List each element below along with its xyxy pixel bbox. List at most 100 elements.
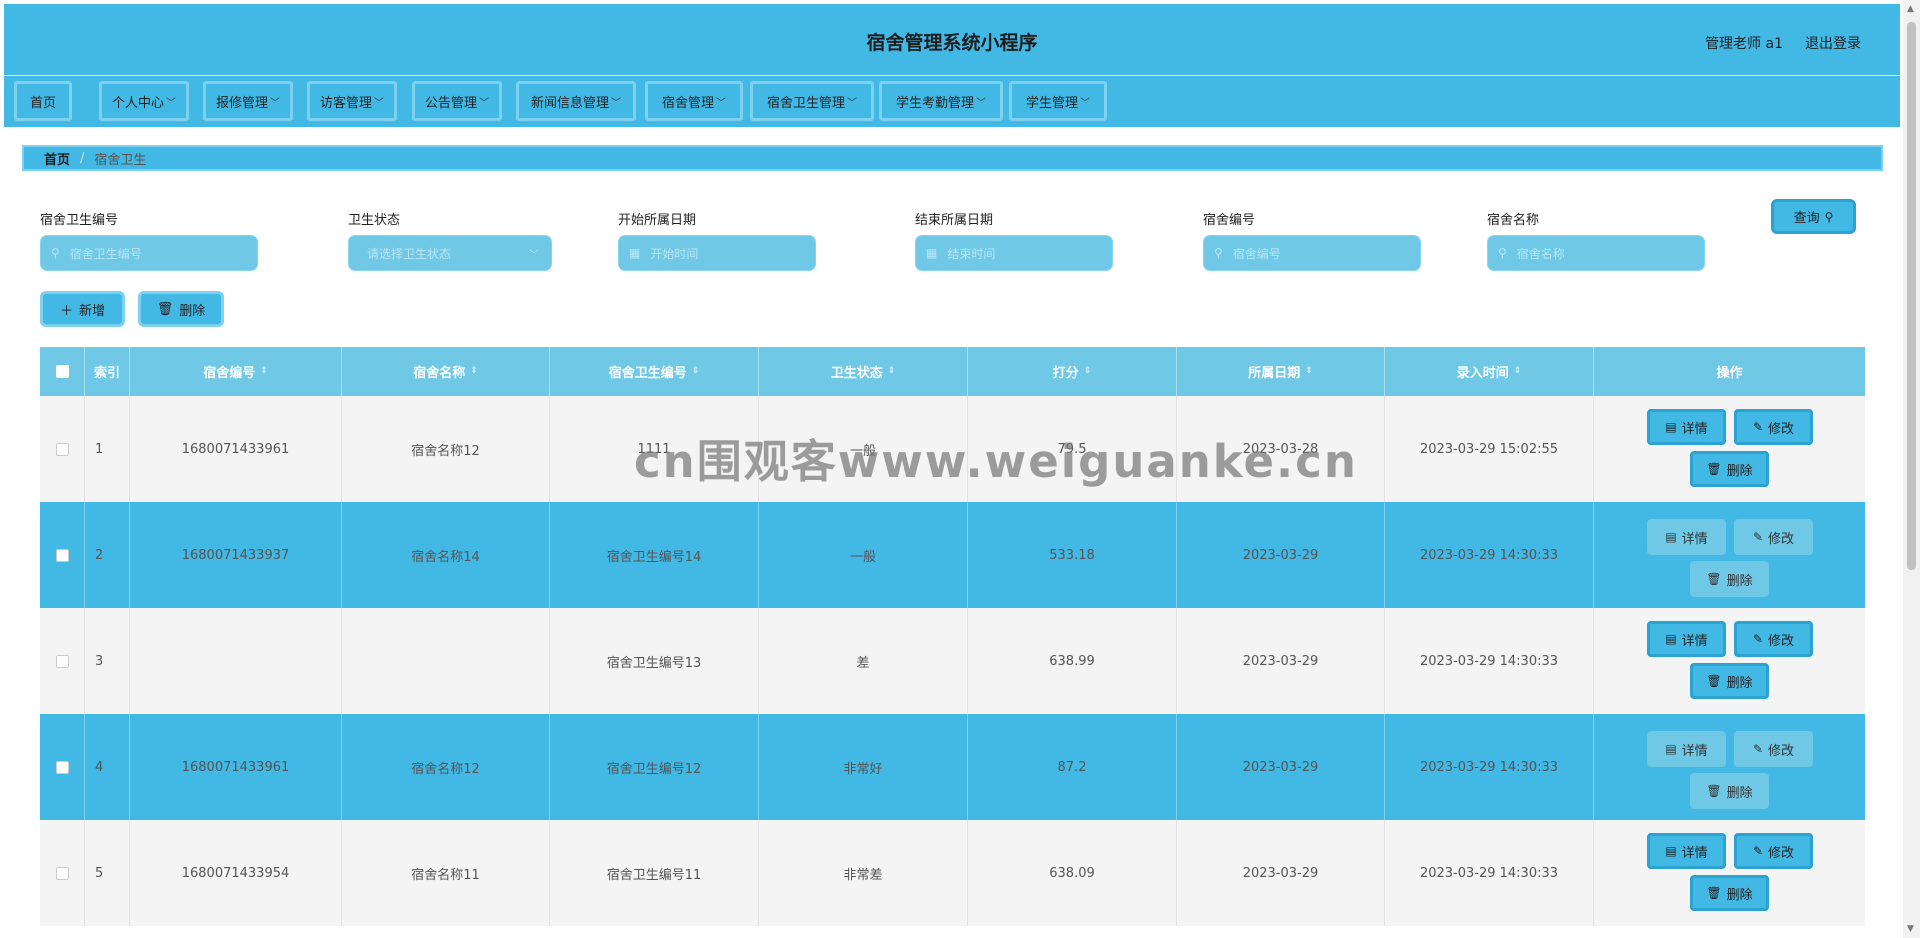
cell-date: 2023-03-29 xyxy=(1177,714,1385,820)
nav-item-attendance[interactable]: 学生考勤管理 ﹀ xyxy=(879,81,1003,121)
col-hygiene-no[interactable]: 宿舍卫生编号 ⇕ xyxy=(550,347,759,396)
col-status[interactable]: 卫生状态 ⇕ xyxy=(759,347,968,396)
cell-room-name: 宿舍名称12 xyxy=(342,396,550,502)
room-name-input[interactable]: ⚲ 宿舍名称 xyxy=(1487,235,1705,271)
scroll-thumb[interactable] xyxy=(1907,22,1916,570)
edit-button[interactable]: ✎ 修改 xyxy=(1734,621,1813,657)
row-checkbox[interactable] xyxy=(55,442,69,456)
delete-button[interactable]: 🗑 删除 xyxy=(1690,875,1769,911)
table-row[interactable]: 3 宿舍卫生编号13 差 638.99 2023-03-29 2023-03-29 14:… xyxy=(40,608,1865,714)
col-room-name[interactable]: 宿舍名称 ⇕ xyxy=(342,347,550,396)
chevron-down-icon: ﹀ xyxy=(716,97,726,109)
scroll-up-icon[interactable]: ▲ xyxy=(1907,4,1914,14)
delete-button[interactable]: 🗑 删除 xyxy=(1690,561,1769,597)
col-label: 宿舍编号 xyxy=(203,366,256,381)
detail-button[interactable]: ▤ 详情 xyxy=(1647,833,1726,869)
cell-status: 非常好 xyxy=(759,714,968,820)
col-label: 录入时间 xyxy=(1456,366,1509,381)
chevron-down-icon: ﹀ xyxy=(529,250,539,261)
cell-room-name: 宿舍名称14 xyxy=(342,502,550,608)
document-icon: ▤ xyxy=(1665,420,1677,434)
breadcrumb-home[interactable]: 首页 xyxy=(44,149,70,168)
cell-created: 2023-03-29 14:30:33 xyxy=(1385,820,1594,926)
edit-button-label: 修改 xyxy=(1768,531,1795,547)
table-row[interactable]: 5 1680071433954 宿舍名称11 宿舍卫生编号11 非常差 638.09 202… xyxy=(40,820,1865,926)
add-button[interactable]: ＋ 新增 xyxy=(40,291,125,327)
chevron-down-icon: ﹀ xyxy=(479,97,489,109)
delete-button-label: 删除 xyxy=(1726,573,1753,589)
cell-actions: ▤ 详情 ✎ 修改 🗑 删除 xyxy=(1594,608,1865,714)
nav-item-repair[interactable]: 报修管理 ﹀ xyxy=(203,81,293,121)
trash-icon: 🗑 xyxy=(1706,674,1722,688)
detail-button[interactable]: ▤ 详情 xyxy=(1647,621,1726,657)
chevron-down-icon: ﹀ xyxy=(1080,97,1090,109)
end-date-placeholder: 结束时间 xyxy=(947,246,996,261)
row-checkbox[interactable] xyxy=(55,866,69,880)
cell-room-no: 1680071433961 xyxy=(130,714,342,820)
nav-item-label: 访客管理 xyxy=(319,95,372,111)
delete-button[interactable]: 🗑 删除 xyxy=(1690,663,1769,699)
edit-icon: ✎ xyxy=(1752,742,1764,756)
edit-button[interactable]: ✎ 修改 xyxy=(1734,833,1813,869)
logout-link[interactable]: 退出登录 xyxy=(1805,33,1861,53)
cell-room-name: 宿舍名称11 xyxy=(342,820,550,926)
nav-item-notice[interactable]: 公告管理 ﹀ xyxy=(412,81,502,121)
nav-item-visitor[interactable]: 访客管理 ﹀ xyxy=(307,81,397,121)
nav-item-label: 学生考勤管理 xyxy=(895,95,974,111)
nav-item-home[interactable]: 首页 xyxy=(14,81,72,121)
row-select-cell xyxy=(40,396,85,502)
chevron-down-icon: ﹀ xyxy=(611,97,621,109)
cell-room-no: 1680071433954 xyxy=(130,820,342,926)
calendar-icon: ▦ xyxy=(629,246,641,260)
detail-button[interactable]: ▤ 详情 xyxy=(1647,731,1726,767)
table-row[interactable]: 2 1680071433937 宿舍名称14 宿舍卫生编号14 一般 533.18 2023… xyxy=(40,502,1865,608)
nav-item-hygiene[interactable]: 宿舍卫生管理 ﹀ xyxy=(750,81,874,121)
select-all-checkbox[interactable] xyxy=(55,365,69,378)
room-no-input[interactable]: ⚲ 宿舍编号 xyxy=(1203,235,1421,271)
nav-item-profile[interactable]: 个人中心 ﹀ xyxy=(99,81,189,121)
col-room-no[interactable]: 宿舍编号 ⇕ xyxy=(130,347,342,396)
start-date-label: 开始所属日期 xyxy=(618,213,697,228)
nav-item-student[interactable]: 学生管理 ﹀ xyxy=(1009,81,1107,121)
col-label: 宿舍卫生编号 xyxy=(608,366,687,381)
detail-button[interactable]: ▤ 详情 xyxy=(1647,519,1726,555)
table-row[interactable]: 4 1680071433961 宿舍名称12 宿舍卫生编号12 非常好 87.2 2023-… xyxy=(40,714,1865,820)
room-name-label: 宿舍名称 xyxy=(1487,213,1540,228)
col-created[interactable]: 录入时间 ⇕ xyxy=(1385,347,1594,396)
watermark: cn围观客www.weiguanke.cn xyxy=(634,435,1358,488)
bulk-delete-button[interactable]: 🗑 删除 xyxy=(138,291,224,327)
page-scrollbar[interactable]: ▲ ▼ xyxy=(1903,0,1920,938)
start-date-input[interactable]: ▦ 开始时间 xyxy=(618,235,816,271)
chevron-down-icon: ﹀ xyxy=(270,97,280,109)
row-checkbox[interactable] xyxy=(55,654,69,668)
delete-button[interactable]: 🗑 删除 xyxy=(1690,773,1769,809)
cell-room-no: 1680071433961 xyxy=(130,396,342,502)
nav-item-dorm[interactable]: 宿舍管理 ﹀ xyxy=(645,81,743,121)
hygiene-no-input[interactable]: ⚲ 宿舍卫生编号 xyxy=(40,235,258,271)
status-select[interactable]: 请选择卫生状态 ﹀ xyxy=(348,235,552,271)
sort-icon: ⇕ xyxy=(691,366,700,376)
edit-button[interactable]: ✎ 修改 xyxy=(1734,519,1813,555)
row-checkbox[interactable] xyxy=(55,760,69,774)
query-button[interactable]: 查询 ⚲ xyxy=(1771,199,1856,234)
cell-room-no: 1680071433937 xyxy=(130,502,342,608)
col-score[interactable]: 打分 ⇕ xyxy=(968,347,1177,396)
cell-index: 5 xyxy=(85,820,130,926)
nav-item-label: 公告管理 xyxy=(424,95,477,111)
row-checkbox[interactable] xyxy=(55,548,69,562)
chevron-down-icon: ﹀ xyxy=(166,97,176,109)
nav-item-news[interactable]: 新闻信息管理 ﹀ xyxy=(516,81,636,121)
row-select-cell xyxy=(40,608,85,714)
sort-icon: ⇕ xyxy=(260,366,268,376)
breadcrumb: 首页 / 宿舍卫生 xyxy=(22,145,1883,171)
detail-button[interactable]: ▤ 详情 xyxy=(1647,409,1726,445)
detail-button-label: 详情 xyxy=(1681,633,1708,649)
cell-actions: ▤ 详情 ✎ 修改 🗑 删除 xyxy=(1594,714,1865,820)
edit-button[interactable]: ✎ 修改 xyxy=(1734,409,1813,445)
col-date[interactable]: 所属日期 ⇕ xyxy=(1177,347,1385,396)
delete-button[interactable]: 🗑 删除 xyxy=(1690,451,1769,487)
end-date-input[interactable]: ▦ 结束时间 xyxy=(915,235,1113,271)
edit-button[interactable]: ✎ 修改 xyxy=(1734,731,1813,767)
edit-button-label: 修改 xyxy=(1768,743,1795,759)
scroll-down-icon[interactable]: ▼ xyxy=(1907,924,1914,934)
